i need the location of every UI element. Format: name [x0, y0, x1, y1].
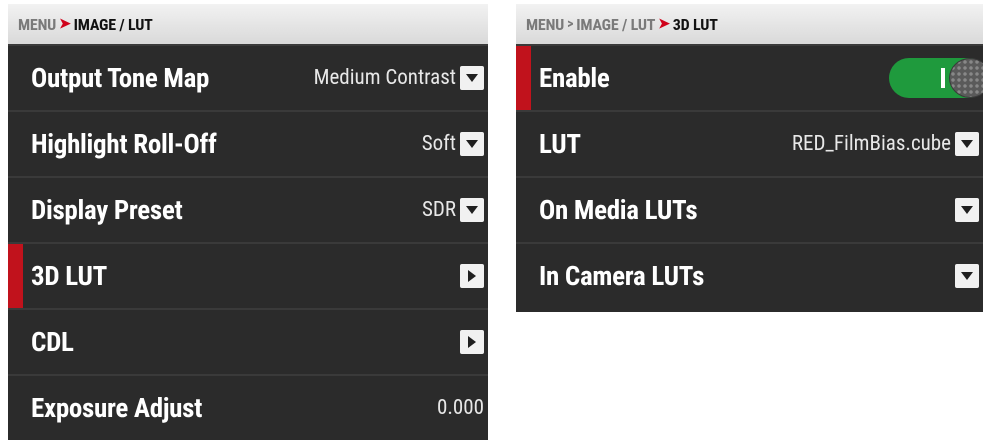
breadcrumb-current: 3D LUT — [672, 14, 718, 34]
menu-row-output-tone-map[interactable]: Output Tone Map Medium Contrast — [8, 44, 488, 110]
row-label: 3D LUT — [31, 260, 107, 292]
chevron-down-icon[interactable] — [460, 198, 484, 222]
menu-row-enable[interactable]: Enable — [516, 44, 983, 110]
row-label: CDL — [31, 326, 74, 358]
row-label: Display Preset — [31, 194, 183, 226]
breadcrumb: MENU ➤ IMAGE / LUT — [8, 4, 488, 44]
row-value: SDR — [421, 198, 456, 222]
row-label: Enable — [539, 62, 610, 94]
chevron-right-icon[interactable] — [460, 264, 484, 288]
row-label: In Camera LUTs — [539, 260, 705, 292]
menu-row-3d-lut[interactable]: 3D LUT — [8, 242, 488, 308]
selection-marker — [8, 244, 23, 308]
breadcrumb-current: IMAGE / LUT — [73, 14, 153, 34]
enable-toggle[interactable] — [889, 58, 983, 98]
chevron-down-icon[interactable] — [955, 198, 979, 222]
menu-row-cdl[interactable]: CDL — [8, 308, 488, 374]
toggle-knob[interactable] — [949, 58, 983, 98]
breadcrumb-separator-icon: ➤ — [658, 16, 670, 32]
row-label: Exposure Adjust — [31, 392, 203, 424]
row-value[interactable]: 0.000 — [437, 396, 484, 420]
chevron-down-icon[interactable] — [460, 66, 484, 90]
chevron-down-icon[interactable] — [460, 132, 484, 156]
chevron-down-icon[interactable] — [955, 132, 979, 156]
menu-row-exposure-adjust[interactable]: Exposure Adjust 0.000 — [8, 374, 488, 440]
breadcrumb-separator-icon: ➤ — [59, 16, 71, 32]
chevron-right-icon[interactable] — [460, 330, 484, 354]
breadcrumb-separator-icon: > — [567, 16, 574, 32]
menu-row-on-media-luts[interactable]: On Media LUTs — [516, 176, 983, 242]
row-label: LUT — [539, 128, 581, 160]
breadcrumb-mid[interactable]: IMAGE / LUT — [576, 15, 655, 34]
breadcrumb: MENU > IMAGE / LUT ➤ 3D LUT — [516, 4, 983, 44]
row-label: Highlight Roll-Off — [31, 128, 217, 160]
3d-lut-menu-panel: MENU > IMAGE / LUT ➤ 3D LUT Enable LUT R… — [516, 4, 983, 312]
toggle-on-indicator — [941, 68, 945, 88]
row-label: On Media LUTs — [539, 194, 698, 226]
row-label: Output Tone Map — [31, 62, 210, 94]
selection-marker — [516, 46, 531, 110]
row-value: Soft — [421, 132, 456, 156]
chevron-down-icon[interactable] — [955, 264, 979, 288]
row-value: Medium Contrast — [313, 66, 456, 90]
breadcrumb-root[interactable]: MENU — [526, 15, 564, 34]
menu-row-in-camera-luts[interactable]: In Camera LUTs — [516, 242, 983, 308]
row-value: RED_FilmBias.cube — [791, 132, 951, 156]
image-lut-menu-panel: MENU ➤ IMAGE / LUT Output Tone Map Mediu… — [8, 4, 488, 440]
menu-row-lut[interactable]: LUT RED_FilmBias.cube — [516, 110, 983, 176]
menu-row-display-preset[interactable]: Display Preset SDR — [8, 176, 488, 242]
menu-row-highlight-roll-off[interactable]: Highlight Roll-Off Soft — [8, 110, 488, 176]
breadcrumb-root[interactable]: MENU — [18, 15, 56, 34]
